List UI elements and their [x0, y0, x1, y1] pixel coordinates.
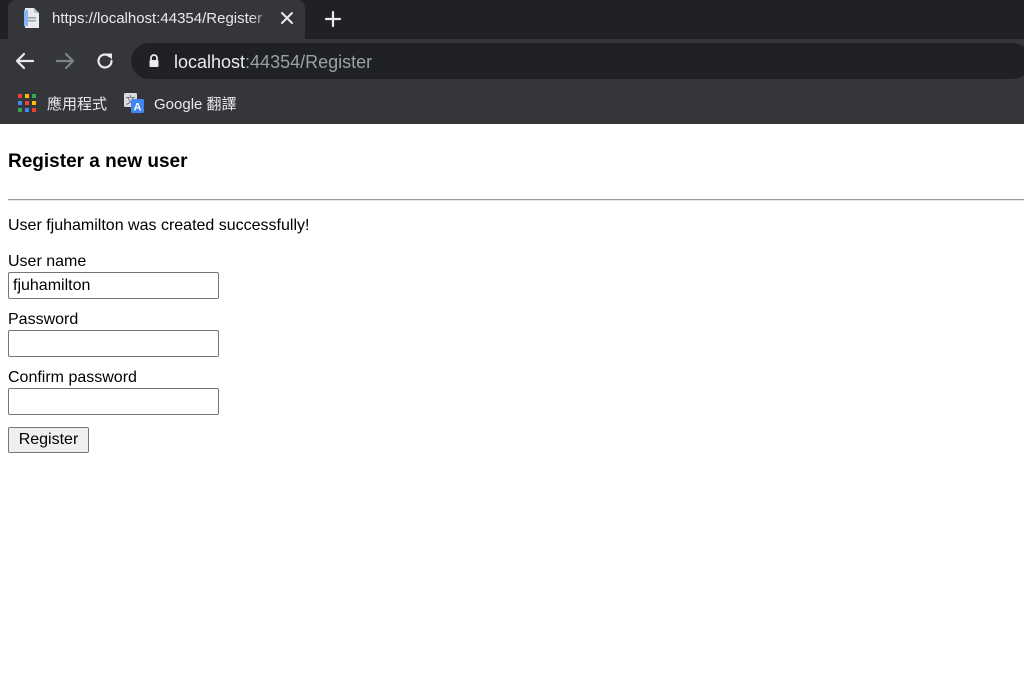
url-host: localhost	[174, 52, 246, 72]
bookmark-label: Google 翻譯	[154, 95, 237, 113]
new-tab-button[interactable]	[320, 6, 346, 32]
password-label: Password	[8, 311, 79, 328]
password-input[interactable]	[8, 330, 219, 357]
confirm-password-input[interactable]	[8, 388, 219, 415]
forward-button[interactable]	[53, 49, 77, 73]
username-label: User name	[8, 253, 87, 270]
reload-button[interactable]	[93, 49, 117, 73]
apps-grid-icon	[16, 92, 38, 114]
confirm-password-label: Confirm password	[8, 369, 137, 386]
register-button[interactable]: Register	[8, 427, 89, 453]
page-title: Register a new user	[8, 151, 188, 172]
page-content: Register a new user User fjuhamilton was…	[0, 124, 1024, 698]
bookmark-label: 應用程式	[47, 95, 108, 113]
svg-text:A: A	[134, 102, 142, 114]
browser-tab[interactable]: https://localhost:44354/Register	[8, 0, 305, 39]
address-bar[interactable]: localhost:44354/Register	[131, 43, 1024, 79]
url-text[interactable]: localhost:44354/Register	[174, 52, 372, 73]
tab-title: https://localhost:44354/Register	[52, 10, 263, 27]
close-icon[interactable]	[278, 9, 296, 27]
arrow-right-icon	[55, 52, 75, 70]
browser-toolbar: localhost:44354/Register	[0, 39, 1024, 83]
back-button[interactable]	[13, 49, 37, 73]
arrow-left-icon	[15, 52, 35, 70]
bookmarks-bar: 應用程式 文 A Google 翻譯	[0, 83, 1024, 124]
bookmark-apps[interactable]: 應用程式	[16, 91, 107, 115]
google-translate-icon: 文 A	[123, 92, 145, 114]
success-message: User fjuhamilton was created successfull…	[8, 217, 310, 234]
lock-icon[interactable]	[147, 54, 161, 68]
username-input[interactable]	[8, 272, 219, 299]
reload-icon	[97, 53, 113, 69]
page-icon	[22, 7, 42, 29]
plus-icon	[324, 10, 342, 28]
tab-strip: https://localhost:44354/Register	[0, 0, 1024, 39]
url-path: :44354/Register	[245, 52, 373, 72]
divider	[8, 199, 1024, 201]
bookmark-google-translate[interactable]: 文 A Google 翻譯	[123, 91, 237, 115]
